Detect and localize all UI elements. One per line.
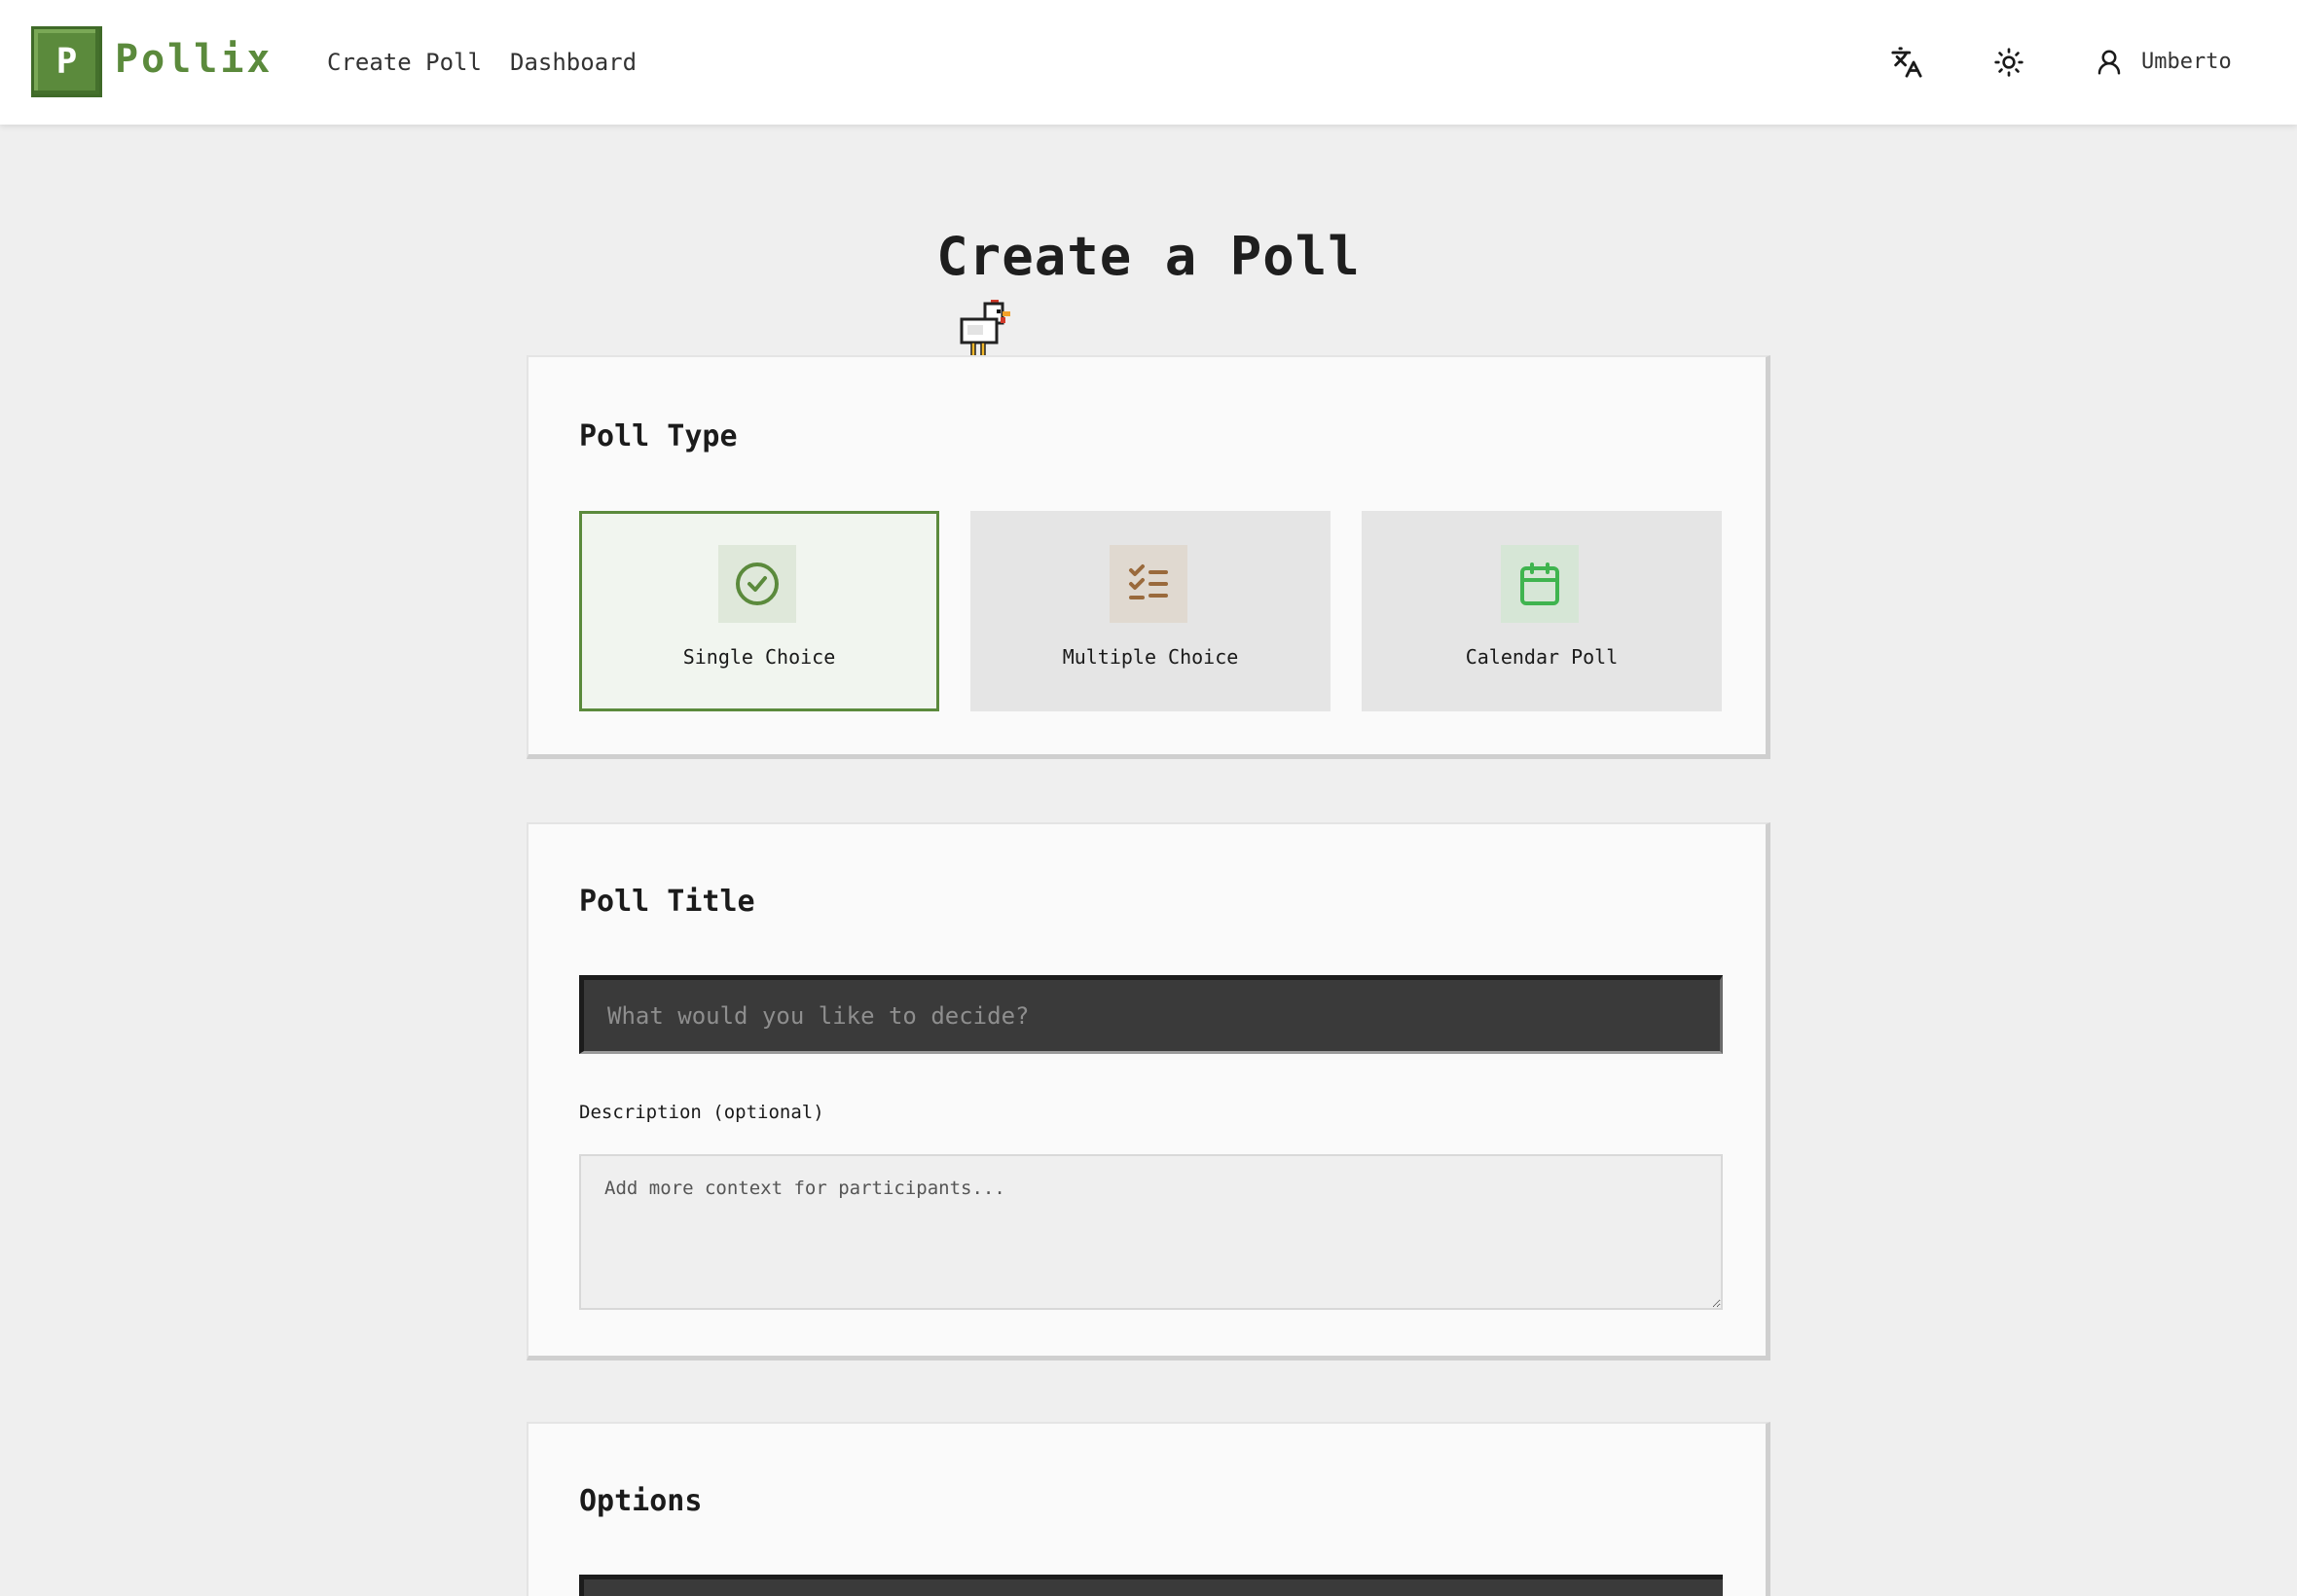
option-input-field[interactable]: [579, 1575, 1723, 1596]
check-circle-icon: [718, 545, 796, 623]
poll-type-card: Poll Type Single Choice Multiple Choice …: [527, 355, 1770, 759]
poll-title-card: Poll Title Description (optional): [527, 822, 1770, 1360]
options-card: Options: [527, 1422, 1770, 1596]
user-icon[interactable]: [2090, 43, 2129, 82]
poll-type-single-choice[interactable]: Single Choice: [579, 511, 939, 711]
poll-type-multiple-choice[interactable]: Multiple Choice: [970, 511, 1331, 711]
logo-mark[interactable]: P: [31, 26, 102, 97]
poll-type-label: Calendar Poll: [1465, 645, 1619, 669]
description-label: Description (optional): [579, 1102, 824, 1123]
chicken-mascot-image: [960, 300, 1010, 357]
options-heading: Options: [579, 1484, 703, 1518]
top-navigation-bar: P Pollix Create Poll Dashboard Umberto: [0, 0, 2297, 125]
nav-create-poll-link[interactable]: Create Poll: [327, 49, 482, 76]
description-textarea[interactable]: [579, 1154, 1723, 1310]
translate-icon[interactable]: [1887, 43, 1926, 82]
poll-type-calendar-poll[interactable]: Calendar Poll: [1362, 511, 1722, 711]
poll-title-heading: Poll Title: [579, 885, 755, 919]
poll-type-heading: Poll Type: [579, 419, 738, 453]
calendar-icon: [1501, 545, 1579, 623]
user-name[interactable]: Umberto: [2141, 50, 2232, 74]
page-title: Create a Poll: [936, 226, 1361, 287]
poll-type-label: Multiple Choice: [1062, 645, 1239, 669]
list-check-icon: [1110, 545, 1187, 623]
brand-name[interactable]: Pollix: [115, 37, 273, 82]
poll-type-label: Single Choice: [682, 645, 836, 669]
sun-icon[interactable]: [1989, 43, 2028, 82]
poll-title-input[interactable]: [579, 975, 1723, 1054]
nav-dashboard-link[interactable]: Dashboard: [510, 49, 637, 76]
